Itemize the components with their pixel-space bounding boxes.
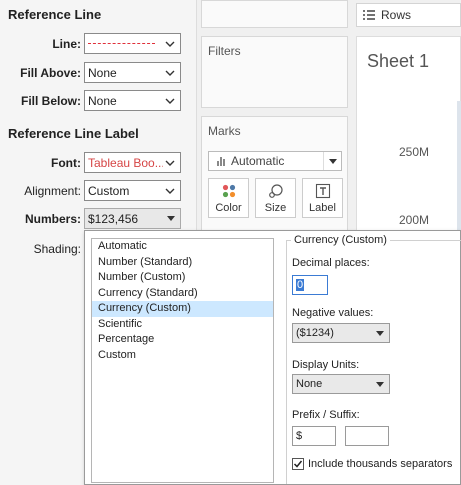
negative-values-value: ($1234) bbox=[296, 327, 334, 339]
rows-label: Rows bbox=[381, 8, 412, 22]
format-option[interactable]: Number (Custom) bbox=[92, 270, 273, 286]
numbers-label: Numbers: bbox=[24, 212, 81, 226]
prefix-input[interactable]: $ bbox=[292, 426, 336, 446]
display-units-label: Display Units: bbox=[292, 359, 360, 371]
format-option[interactable]: Number (Standard) bbox=[92, 255, 273, 271]
format-option[interactable]: Automatic bbox=[92, 239, 273, 255]
suffix-input[interactable] bbox=[345, 426, 389, 446]
line-label: Line: bbox=[52, 37, 81, 51]
size-button[interactable]: Size bbox=[255, 178, 296, 218]
number-format-list[interactable]: Automatic Number (Standard) Number (Custom… bbox=[91, 238, 274, 483]
numbers-select[interactable]: $123,456 bbox=[84, 208, 181, 229]
negative-values-label: Negative values: bbox=[292, 307, 374, 319]
rows-shelf[interactable]: Rows bbox=[356, 3, 461, 27]
checkmark-icon bbox=[293, 460, 303, 468]
fill-below-select[interactable]: None bbox=[84, 90, 181, 111]
decimal-places-label: Decimal places: bbox=[292, 257, 370, 269]
axis-tick-label: 250M bbox=[399, 145, 430, 159]
axis-tick-label: 200M bbox=[399, 213, 430, 227]
thousands-separator-checkbox[interactable] bbox=[292, 458, 304, 470]
marks-title: Marks bbox=[208, 124, 241, 138]
filters-title: Filters bbox=[208, 44, 241, 58]
prefix-suffix-label: Prefix / Suffix: bbox=[292, 409, 360, 421]
alignment-label: Alignment: bbox=[24, 184, 81, 198]
format-option[interactable]: Percentage bbox=[92, 332, 273, 348]
fill-above-select[interactable]: None bbox=[84, 62, 181, 83]
group-title: Currency (Custom) bbox=[291, 234, 390, 246]
negative-values-select[interactable]: ($1234) bbox=[292, 323, 390, 343]
color-button[interactable]: Color bbox=[208, 178, 249, 218]
format-option[interactable]: Custom bbox=[92, 348, 273, 364]
alignment-select[interactable]: Custom bbox=[84, 180, 181, 201]
format-option[interactable]: Currency (Custom) bbox=[92, 301, 273, 317]
chevron-down-icon bbox=[165, 160, 175, 166]
text-label-icon bbox=[315, 179, 331, 202]
format-option[interactable]: Scientific bbox=[92, 317, 273, 333]
font-value: Tableau Boo... bbox=[88, 155, 163, 170]
chevron-down-icon bbox=[165, 70, 175, 76]
label-label: Label bbox=[309, 202, 336, 214]
fill-above-label: Fill Above: bbox=[20, 66, 81, 80]
chevron-down-icon bbox=[165, 41, 175, 47]
color-label: Color bbox=[215, 202, 242, 214]
color-dots-icon bbox=[221, 179, 237, 202]
reference-line-label-title: Reference Line Label bbox=[8, 126, 139, 141]
pages-card bbox=[201, 0, 348, 28]
line-style-select[interactable] bbox=[84, 33, 181, 54]
thousands-separator-row[interactable]: Include thousands separators bbox=[292, 458, 452, 470]
caret-down-icon bbox=[376, 381, 384, 387]
sheet-title: Sheet 1 bbox=[367, 51, 430, 71]
thousands-separator-label: Include thousands separators bbox=[308, 458, 453, 470]
display-units-value: None bbox=[296, 378, 323, 390]
size-label: Size bbox=[264, 202, 287, 214]
fill-above-value: None bbox=[88, 65, 117, 80]
decimal-places-input[interactable]: 0 bbox=[292, 275, 328, 295]
number-format-popup: Automatic Number (Standard) Number (Custom… bbox=[84, 230, 461, 485]
numbers-value: $123,456 bbox=[88, 211, 139, 226]
chevron-down-icon bbox=[165, 98, 175, 104]
decimal-places-value: 0 bbox=[296, 279, 305, 291]
mark-type-select[interactable]: Automatic bbox=[208, 151, 342, 171]
reference-line-title: Reference Line bbox=[8, 7, 102, 22]
font-label: Font: bbox=[51, 156, 81, 170]
label-button[interactable]: Label bbox=[302, 178, 343, 218]
caret-down-icon bbox=[167, 216, 175, 221]
font-select[interactable]: Tableau Boo... bbox=[84, 152, 181, 173]
fill-below-value: None bbox=[88, 93, 117, 108]
alignment-value: Custom bbox=[88, 183, 130, 198]
shading-label: Shading: bbox=[33, 242, 81, 256]
format-option[interactable]: Currency (Standard) bbox=[92, 286, 273, 302]
chevron-down-icon bbox=[165, 188, 175, 194]
filters-card[interactable]: Filters bbox=[201, 36, 348, 108]
line-style-sample bbox=[88, 43, 155, 44]
caret-down-icon bbox=[376, 330, 384, 336]
mark-type-value: Automatic bbox=[231, 154, 285, 168]
rows-icon bbox=[363, 10, 375, 20]
fill-below-label: Fill Below: bbox=[21, 94, 81, 108]
bar-chart-icon bbox=[217, 156, 225, 166]
size-icon bbox=[268, 179, 284, 202]
caret-down-icon bbox=[323, 152, 341, 170]
display-units-select[interactable]: None bbox=[292, 374, 390, 394]
